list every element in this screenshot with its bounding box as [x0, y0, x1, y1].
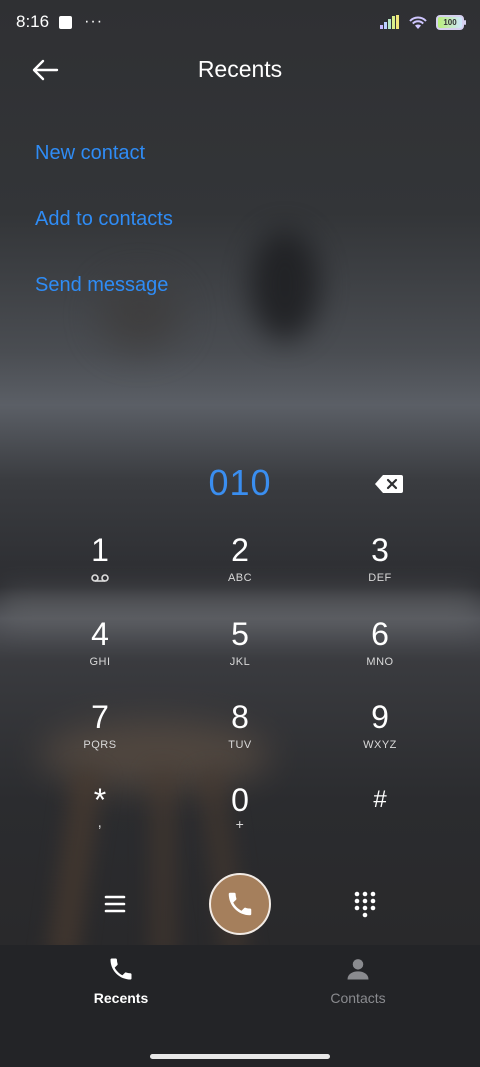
page-title: Recents [197, 56, 283, 82]
tab-contacts[interactable]: Contacts [278, 955, 438, 1006]
number-display: 010 [0, 462, 480, 510]
key-5[interactable]: 5 JKL [170, 614, 310, 690]
voicemail-icon [91, 574, 109, 582]
key-6[interactable]: 6 MNO [310, 614, 450, 690]
dialer-actions [0, 872, 480, 936]
new-contact-link[interactable]: New contact [35, 140, 173, 206]
dialed-number: 010 [208, 462, 272, 503]
tab-recents-label: Recents [93, 990, 149, 1006]
options-menu: New contact Add to contacts Send message [35, 140, 173, 338]
key-7[interactable]: 7 PQRS [30, 697, 170, 773]
key-1[interactable]: 1 [30, 530, 170, 606]
more-notifications-icon: ··· [84, 13, 104, 30]
wifi-icon [409, 16, 427, 29]
key-0[interactable]: 0 + [170, 780, 310, 856]
bottom-tab-bar: Recents Contacts [0, 945, 480, 1067]
add-to-contacts-link[interactable]: Add to contacts [35, 206, 173, 272]
phone-icon [228, 892, 252, 916]
status-time: 8:16 [16, 12, 50, 31]
send-message-link[interactable]: Send message [35, 272, 173, 338]
notification-icon [59, 15, 73, 29]
key-2[interactable]: 2 ABC [170, 530, 310, 606]
phone-icon [110, 958, 132, 980]
signal-icon [380, 15, 399, 29]
tab-recents[interactable]: Recents [41, 955, 201, 1006]
header: Recents [0, 44, 480, 96]
key-hash[interactable]: # [310, 780, 450, 856]
battery-icon: 100 [436, 14, 466, 30]
tab-contacts-label: Contacts [330, 990, 386, 1006]
call-button[interactable] [209, 873, 271, 935]
status-bar: 8:16 ··· 100 [0, 0, 480, 44]
key-star[interactable]: * , [30, 780, 170, 856]
home-indicator[interactable] [150, 1054, 330, 1059]
dialpad-icon[interactable] [352, 890, 378, 918]
backspace-icon[interactable] [374, 472, 404, 496]
key-4[interactable]: 4 GHI [30, 614, 170, 690]
key-8[interactable]: 8 TUV [170, 697, 310, 773]
person-icon [347, 959, 369, 980]
key-9[interactable]: 9 WXYZ [310, 697, 450, 773]
key-3[interactable]: 3 DEF [310, 530, 450, 606]
menu-icon[interactable] [100, 892, 130, 916]
